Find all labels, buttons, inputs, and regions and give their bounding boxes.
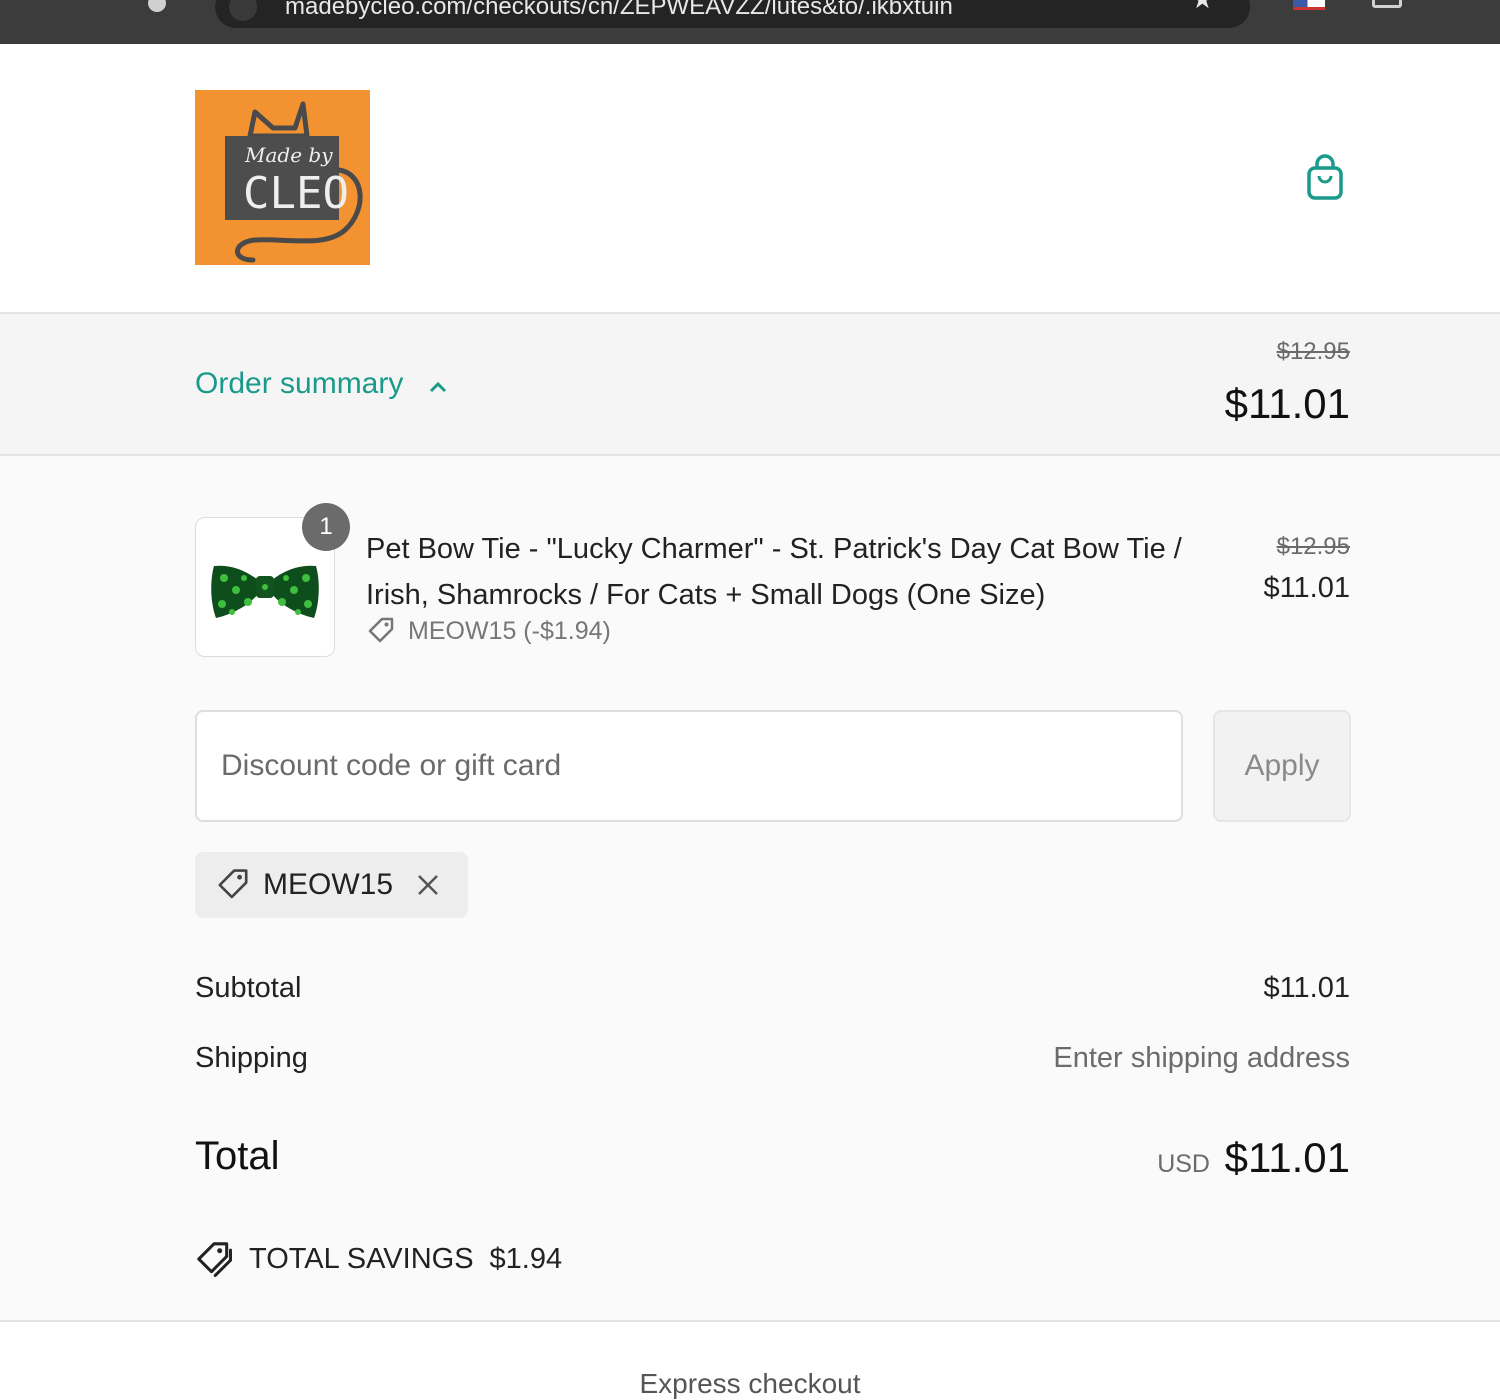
discount-code-input[interactable] (195, 710, 1183, 822)
order-summary-panel: 1 Pet Bow Tie - "Lucky Charmer" - St. Pa… (0, 456, 1500, 1322)
cat-logo-icon: Made by CLEO (225, 101, 363, 263)
order-summary-toggle[interactable]: Order summary (195, 366, 448, 403)
tag-icon (218, 869, 248, 899)
shipping-label: Shipping (195, 1042, 308, 1074)
close-icon[interactable] (415, 872, 441, 898)
product-compare-price: $12.95 (1276, 533, 1350, 560)
tag-icon (368, 617, 394, 643)
site-info-icon[interactable] (229, 0, 257, 21)
express-checkout-heading: Express checkout (639, 1368, 861, 1399)
summary-total-price: $11.01 (1224, 380, 1350, 427)
total-currency: USD (1157, 1150, 1210, 1178)
address-bar[interactable]: madebycleo.com/checkouts/cn/ZEPWEAVZZ/lu… (215, 0, 1250, 28)
reload-icon[interactable] (148, 0, 166, 12)
shipping-value: Enter shipping address (1053, 1042, 1350, 1074)
store-logo[interactable]: Made by CLEO (195, 90, 370, 265)
order-summary-label: Order summary (195, 367, 404, 400)
product-price: $11.01 (1263, 572, 1350, 604)
shopping-bag-icon[interactable] (1305, 154, 1345, 202)
svg-text:Made by: Made by (244, 143, 333, 167)
summary-compare-price: $12.95 (1276, 338, 1350, 365)
total-value: $11.01 (1224, 1134, 1350, 1181)
total-savings: TOTAL SAVINGS $1.94 (195, 1240, 562, 1278)
product-title: Pet Bow Tie - "Lucky Charmer" - St. Patr… (366, 533, 1182, 611)
url-text: madebycleo.com/checkouts/cn/ZEPWEAVZZ/lu… (285, 0, 953, 20)
order-summary-bar: Order summary $12.95 $11.01 (0, 314, 1500, 456)
chevron-up-icon (428, 367, 448, 403)
savings-label: TOTAL SAVINGS (249, 1242, 474, 1275)
bookmark-star-icon[interactable]: ★ (1191, 0, 1214, 12)
flag-icon[interactable] (1293, 0, 1325, 10)
applied-discount-code: MEOW15 (263, 868, 394, 901)
subtotal-value: $11.01 (1263, 972, 1350, 1004)
applied-discount-chip: MEOW15 (195, 852, 468, 918)
double-tag-icon (197, 1242, 232, 1277)
quantity-badge: 1 (302, 503, 350, 551)
savings-amount: $1.94 (489, 1242, 563, 1275)
apply-button[interactable]: Apply (1213, 710, 1351, 822)
line-item-discount: MEOW15 (-$1.94) (366, 616, 611, 646)
total-label: Total (195, 1134, 280, 1178)
checkout-header: Made by CLEO (0, 44, 1500, 314)
browser-toolbar: madebycleo.com/checkouts/cn/ZEPWEAVZZ/lu… (0, 0, 1500, 44)
window-icon[interactable] (1372, 0, 1402, 8)
subtotal-label: Subtotal (195, 972, 302, 1004)
svg-text:CLEO: CLEO (243, 168, 349, 219)
line-item-discount-text: MEOW15 (-$1.94) (408, 616, 611, 645)
